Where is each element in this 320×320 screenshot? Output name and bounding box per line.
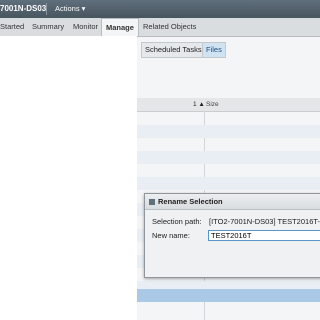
title-bar: 7001N-DS03 Actions ▾ [0, 0, 320, 18]
actions-menu-button[interactable]: Actions ▾ [55, 4, 85, 13]
rename-selection-dialog: Rename Selection Selection path: [ITO2-7… [144, 193, 320, 278]
tab-manage[interactable]: Manage [101, 18, 139, 36]
tab-getting-started[interactable]: Started [0, 18, 24, 36]
sort-indicator[interactable]: 1 ▲ [193, 101, 205, 108]
subtab-scheduled-tasks[interactable]: Scheduled Tasks [141, 42, 206, 58]
new-name-label: New name: [152, 231, 190, 240]
object-title: 7001N-DS03 [0, 4, 47, 13]
occluding-panel [0, 36, 137, 320]
dialog-header: Rename Selection [145, 194, 320, 210]
tab-related-objects[interactable]: Related Objects [143, 18, 196, 36]
size-column-header[interactable]: Size [206, 101, 219, 108]
dialog-title: Rename Selection [158, 197, 223, 206]
new-name-input[interactable] [208, 230, 320, 241]
subtab-files[interactable]: Files [202, 42, 226, 58]
main-tabs: Started Summary Monitor Manage Related O… [0, 18, 320, 37]
selection-path-label: Selection path: [152, 217, 202, 226]
tab-summary[interactable]: Summary [32, 18, 64, 36]
dialog-icon [149, 199, 155, 206]
tab-monitor[interactable]: Monitor [73, 18, 98, 36]
selection-path-value: [ITO2-7001N-DS03] TEST2016T-C [209, 217, 320, 226]
title-separator [46, 3, 47, 15]
